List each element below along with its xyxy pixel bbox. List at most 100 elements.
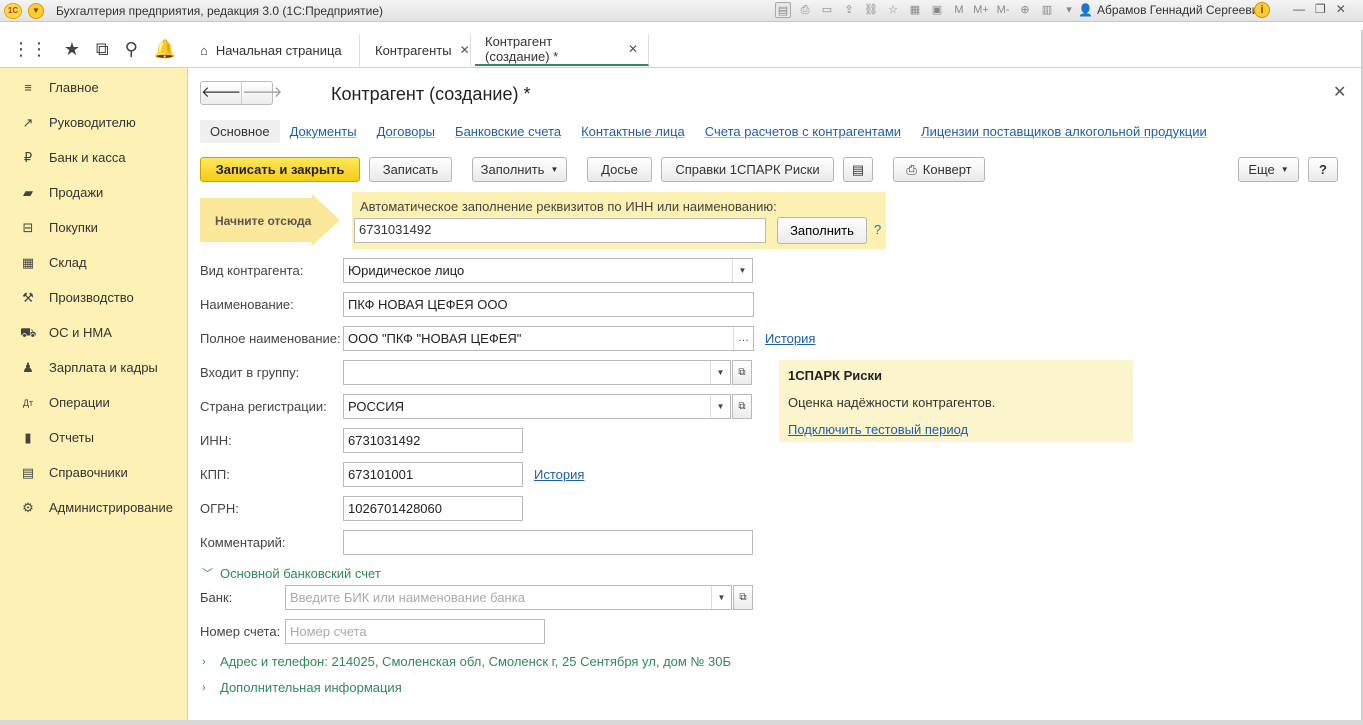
memory-mminus-button[interactable]: M- [995,2,1011,18]
autofill-label: Автоматическое заполнение реквизитов по … [360,199,777,214]
comment-field[interactable] [343,530,753,555]
grid-icon[interactable]: ▥ [1039,2,1055,18]
trend-icon: ↗ [22,114,34,130]
sidebar-item-warehouse[interactable]: ▦ Склад [0,245,187,280]
fill-dropdown-button[interactable]: Заполнить ▼ [472,157,567,182]
help-button[interactable]: ? [1308,157,1338,182]
close-form-icon[interactable]: ✕ [1333,82,1346,102]
report-list-icon[interactable]: ▤ [843,157,873,182]
open-country-icon[interactable]: ⧉ [732,394,752,419]
tab-home[interactable]: ⌂ Начальная страница [190,34,360,66]
link-icon[interactable]: ⛓ [863,2,879,18]
apps-grid-icon[interactable]: ⋮⋮ [12,39,48,60]
kpp-label: КПП: [200,467,230,482]
close-icon[interactable]: ✕ [1336,2,1346,16]
memory-m-button[interactable]: M [951,2,967,18]
spark-risk-panel: 1СПАРК Риски Оценка надёжности контраген… [779,360,1133,442]
envelope-button[interactable]: ⎙ Конверт [893,157,985,182]
basket-icon: ⊟ [22,219,34,235]
sidebar-item-payroll[interactable]: ♟ Зарплата и кадры [0,350,187,385]
subtab-contacts[interactable]: Контактные лица [571,120,695,143]
ogrn-field[interactable]: 1026701428060 [343,496,523,521]
address-group-toggle[interactable]: › Адрес и телефон: 214025, Смоленская об… [202,654,731,669]
favorites-star-icon[interactable]: ★ [64,39,80,60]
memory-mplus-button[interactable]: M+ [973,2,989,18]
zoom-icon[interactable]: ⊕ [1017,2,1033,18]
sidebar-item-label: Отчеты [49,430,94,445]
sidebar-item-label: Покупки [49,220,98,235]
close-tab-icon[interactable]: ✕ [460,43,470,57]
tab-counterparty-create[interactable]: Контрагент (создание) * ✕ [475,34,649,66]
account-number-field[interactable]: Номер счета [285,619,545,644]
user-name[interactable]: 👤 Абрамов Геннадий Сергеевич [1078,3,1265,17]
sidebar-item-reports[interactable]: ▮ Отчеты [0,420,187,455]
sidebar-item-admin[interactable]: ⚙ Администрирование [0,490,187,525]
close-tab-icon[interactable]: ✕ [628,42,638,56]
open-group-icon[interactable]: ⧉ [732,360,752,385]
spark-trial-link[interactable]: Подключить тестовый период [788,422,968,437]
main-menu-button[interactable]: ▼ [28,2,44,19]
inn-field[interactable]: 6731031492 [343,428,523,453]
sidebar-item-manager[interactable]: ↗ Руководителю [0,105,187,140]
subtab-documents[interactable]: Документы [280,120,367,143]
tab-counterparties[interactable]: Контрагенты ✕ [365,34,471,66]
section-icons: ⋮⋮ ★ ⧉ ⚲ 🔔 [0,30,188,68]
upload-icon[interactable]: ⇪ [841,2,857,18]
subtab-main[interactable]: Основное [200,119,280,143]
search-icon[interactable]: ⚲ [125,39,138,60]
save-and-close-button[interactable]: Записать и закрыть [200,157,360,182]
restore-icon[interactable]: ❐ [1315,2,1326,16]
subtab-alcohol-licenses[interactable]: Лицензии поставщиков алкогольной продукц… [911,120,1217,143]
chevron-down-icon[interactable]: ▼ [710,395,730,418]
full-name-field[interactable]: ООО "ПКФ "НОВАЯ ЦЕФЕЯ" … [343,326,754,351]
kpp-history-link[interactable]: История [534,467,584,482]
calculator-icon[interactable]: ▦ [907,2,923,18]
dossier-button[interactable]: Досье [587,157,652,182]
sidebar-item-label: Руководителю [49,115,136,130]
print-icon[interactable]: ⎙ [797,2,813,18]
bank-account-group-toggle[interactable]: ﹀ Основной банковский счет [202,565,381,581]
history-icon[interactable]: ⧉ [96,39,109,60]
calendar-icon[interactable]: ▣ [929,2,945,18]
save-icon[interactable]: ▤ [775,2,791,18]
more-button[interactable]: Еще ▼ [1238,157,1299,182]
chevron-down-icon[interactable]: ▼ [710,361,730,384]
full-name-history-link[interactable]: История [765,331,815,346]
open-bank-icon[interactable]: ⧉ [733,585,753,610]
back-arrow-icon[interactable]: 🡐 [201,82,241,104]
autofill-button[interactable]: Заполнить [777,217,867,244]
inn-search-input[interactable]: 6731031492 [354,218,766,243]
save-button[interactable]: Записать [369,157,452,182]
sidebar-item-sales[interactable]: ▰ Продажи [0,175,187,210]
sidebar-item-catalogs[interactable]: ▤ Справочники [0,455,187,490]
kind-select[interactable]: Юридическое лицо ▼ [343,258,753,283]
sidebar-item-production[interactable]: ⚒ Производство [0,280,187,315]
preview-icon[interactable]: ▭ [819,2,835,18]
sidebar-item-operations[interactable]: Дт Операции [0,385,187,420]
group-select[interactable]: ▼ [343,360,731,385]
full-name-label: Полное наименование: [200,331,341,346]
subtab-contracts[interactable]: Договоры [367,120,445,143]
subtab-settlement-accounts[interactable]: Счета расчетов с контрагентами [695,120,911,143]
spark-reports-button[interactable]: Справки 1СПАРК Риски [661,157,834,182]
subtab-bank-accounts[interactable]: Банковские счета [445,120,571,143]
bookmark-icon[interactable]: ☆ [885,2,901,18]
more-ellipsis-icon[interactable]: … [733,327,753,350]
sidebar-item-main[interactable]: ≡ Главное [0,70,187,105]
sidebar-item-purchases[interactable]: ⊟ Покупки [0,210,187,245]
minimize-icon[interactable]: — [1293,2,1305,16]
autofill-help-icon[interactable]: ? [874,222,881,237]
chevron-down-icon[interactable]: ▾ [1061,2,1077,18]
chevron-down-icon[interactable]: ▼ [732,259,752,282]
sidebar-item-fixed-assets[interactable]: ⛟ ОС и НМА [0,315,187,350]
name-field[interactable]: ПКФ НОВАЯ ЦЕФЕЯ ООО [343,292,754,317]
bell-icon[interactable]: 🔔 [154,39,176,60]
chevron-down-icon[interactable]: ▼ [711,586,731,609]
info-icon[interactable]: i [1254,2,1270,18]
bank-select[interactable]: Введите БИК или наименование банка ▼ [285,585,732,610]
forward-arrow-icon[interactable]: 🡒 [241,82,282,104]
sidebar-item-bank[interactable]: ₽ Банк и касса [0,140,187,175]
kpp-field[interactable]: 673101001 [343,462,523,487]
country-select[interactable]: РОССИЯ ▼ [343,394,731,419]
extra-info-group-toggle[interactable]: › Дополнительная информация [202,680,402,695]
